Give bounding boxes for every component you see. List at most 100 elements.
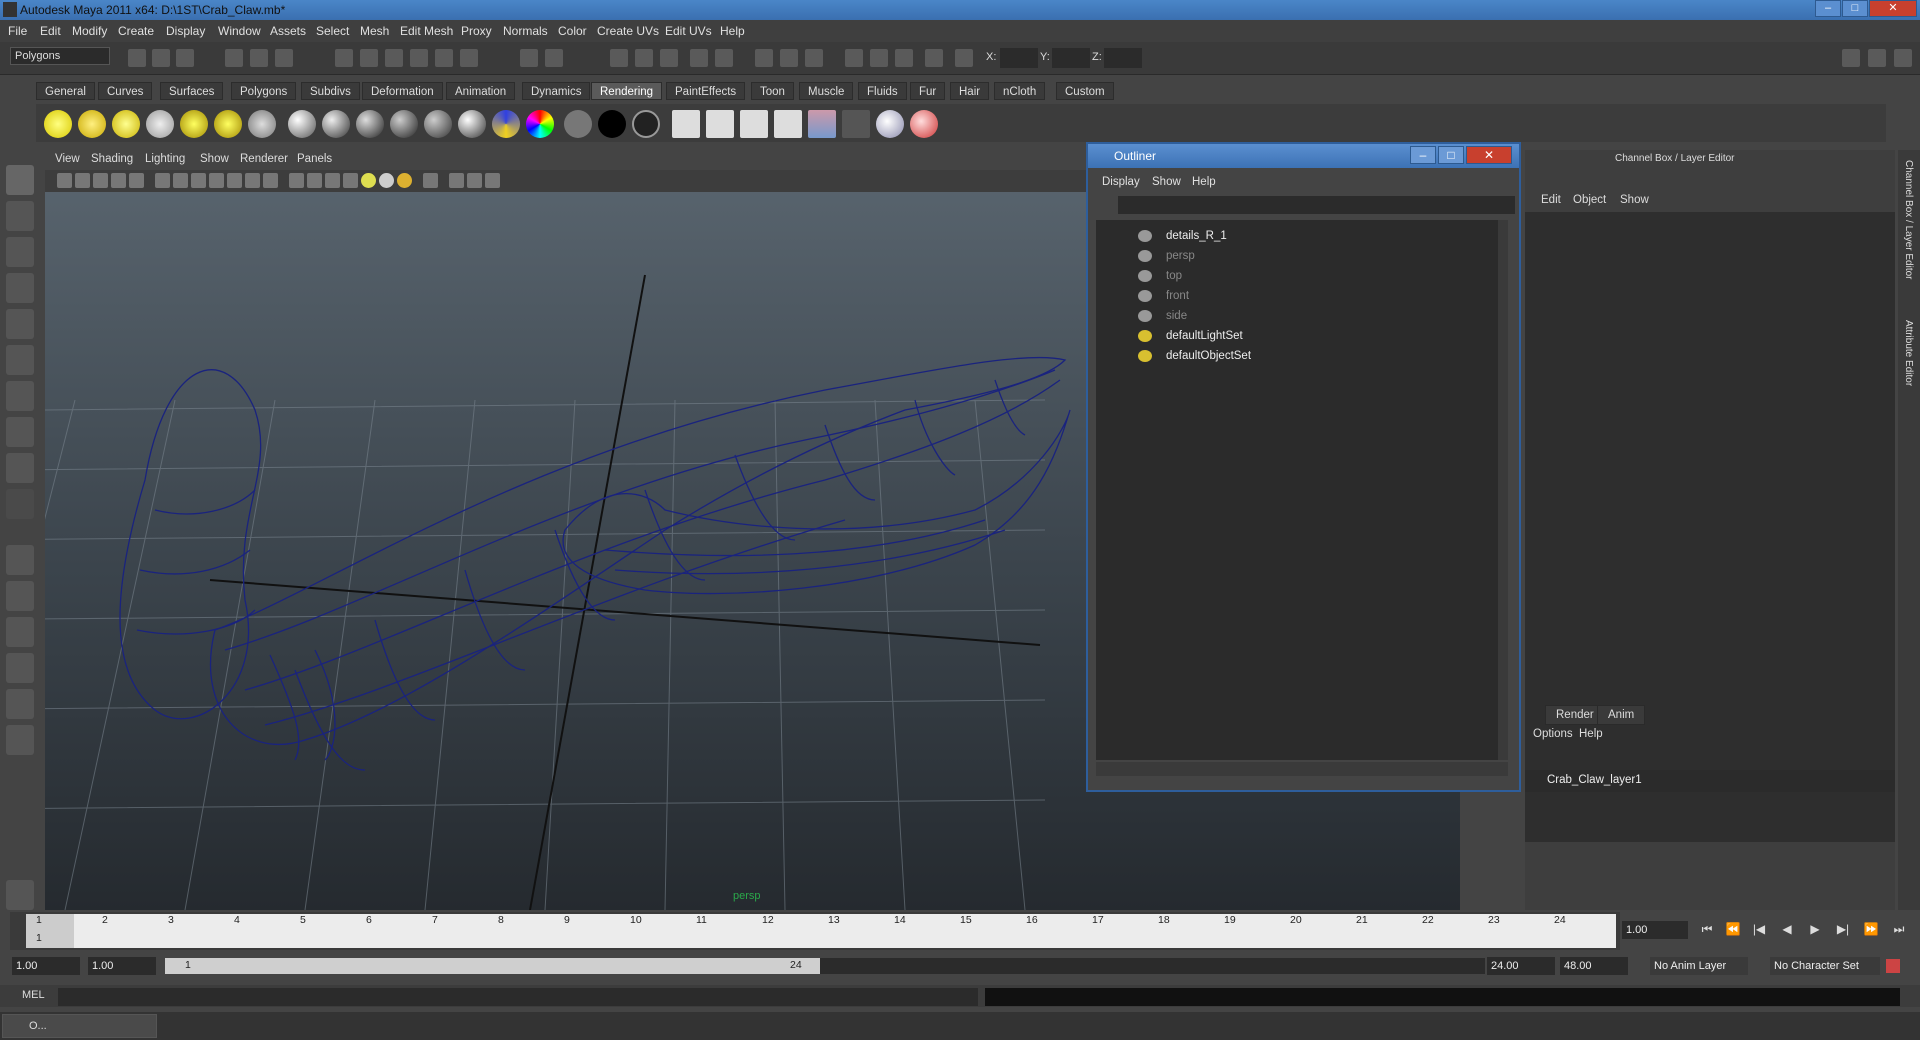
- blinn-icon[interactable]: [322, 110, 350, 138]
- anim-layer-dropdown[interactable]: No Anim Layer: [1650, 957, 1748, 975]
- tab-animation[interactable]: Animation: [446, 82, 516, 100]
- snap-curve-icon[interactable]: [360, 49, 378, 67]
- layered-shader-icon[interactable]: [458, 110, 486, 138]
- current-time-field[interactable]: 1.00: [1622, 921, 1688, 939]
- field-chart-icon[interactable]: [227, 173, 242, 188]
- two-d-pan-icon[interactable]: [129, 173, 144, 188]
- paint-vertex-icon[interactable]: [876, 110, 904, 138]
- vp-menu-show[interactable]: Show: [200, 153, 229, 165]
- safe-title-icon[interactable]: [263, 173, 278, 188]
- lasso-tool-icon[interactable]: [6, 201, 34, 231]
- menu-select[interactable]: Select: [316, 24, 349, 38]
- relative-transform-icon[interactable]: [895, 49, 913, 67]
- paint-brush-icon[interactable]: [910, 110, 938, 138]
- tab-muscle[interactable]: Muscle: [799, 82, 854, 100]
- spot-light-icon[interactable]: [146, 110, 174, 138]
- outliner-item[interactable]: side: [1138, 310, 1187, 322]
- tab-render-layers[interactable]: Render: [1545, 705, 1605, 725]
- shading-map-icon[interactable]: [526, 110, 554, 138]
- show-manipulator-icon[interactable]: [6, 453, 34, 483]
- show-hide-icon[interactable]: [690, 49, 708, 67]
- layout-icon[interactable]: [755, 49, 773, 67]
- outliner-vertical-scrollbar[interactable]: [1498, 220, 1508, 760]
- phong-icon[interactable]: [356, 110, 384, 138]
- menu-proxy[interactable]: Proxy: [461, 24, 492, 38]
- command-language-label[interactable]: MEL: [22, 989, 45, 1001]
- outliner-item[interactable]: details_R_1: [1138, 230, 1227, 242]
- tab-rendering[interactable]: Rendering: [591, 82, 663, 100]
- snap-view-plane-icon[interactable]: [410, 49, 428, 67]
- ramp-shader-icon[interactable]: [492, 110, 520, 138]
- z-input[interactable]: [1104, 48, 1142, 68]
- end-time-field[interactable]: 48.00: [1560, 957, 1628, 975]
- snap-grid-icon[interactable]: [335, 49, 353, 67]
- phongE-icon[interactable]: [390, 110, 418, 138]
- xray-components-icon[interactable]: [485, 173, 500, 188]
- start-time-field[interactable]: 1.00: [12, 957, 80, 975]
- range-slider[interactable]: 1 24: [165, 958, 820, 974]
- gate-mask-icon[interactable]: [209, 173, 224, 188]
- image-plane-icon[interactable]: [111, 173, 126, 188]
- camera-shelf-icon[interactable]: [248, 110, 276, 138]
- outliner-close-button[interactable]: ✕: [1466, 146, 1512, 164]
- input-ops-icon[interactable]: [520, 49, 538, 67]
- scale-tool-icon[interactable]: [6, 345, 34, 375]
- xray-icon[interactable]: [449, 173, 464, 188]
- resolution-gate-icon[interactable]: [191, 173, 206, 188]
- cb-menu-show[interactable]: Show: [1620, 194, 1649, 206]
- render-icon[interactable]: [610, 49, 628, 67]
- tab-fluids[interactable]: Fluids: [858, 82, 907, 100]
- outliner-horizontal-scrollbar[interactable]: [1096, 762, 1508, 776]
- single-pane-layout-icon[interactable]: [6, 545, 34, 575]
- outliner-item[interactable]: persp: [1138, 250, 1195, 262]
- render-current-icon[interactable]: [706, 110, 734, 138]
- playback-end-field[interactable]: 24.00: [1487, 957, 1555, 975]
- menu-file[interactable]: File: [8, 24, 27, 38]
- wireframe-on-shaded-icon[interactable]: [325, 173, 340, 188]
- outliner-item[interactable]: defaultObjectSet: [1138, 350, 1251, 362]
- play-forwards-icon[interactable]: ▶: [1806, 922, 1824, 938]
- outliner-filter-field[interactable]: [1118, 196, 1515, 214]
- menu-mesh[interactable]: Mesh: [360, 24, 389, 38]
- maximize-button[interactable]: □: [1842, 0, 1868, 17]
- isolate-select-icon[interactable]: [423, 173, 438, 188]
- mode-selector[interactable]: Polygons: [10, 47, 110, 65]
- vp-menu-renderer[interactable]: Renderer: [240, 153, 288, 165]
- tab-deformation[interactable]: Deformation: [362, 82, 443, 100]
- menu-assets[interactable]: Assets: [270, 24, 306, 38]
- point-light-icon[interactable]: [112, 110, 140, 138]
- select-hierarchy-icon[interactable]: [225, 49, 243, 67]
- vp-menu-shading[interactable]: Shading: [91, 153, 133, 165]
- minimized-outliner-button[interactable]: O...: [2, 1014, 157, 1038]
- tab-ncloth[interactable]: nCloth: [994, 82, 1046, 100]
- select-tool-icon[interactable]: [6, 165, 34, 195]
- ocean-shader-icon[interactable]: [632, 110, 660, 138]
- sculpt-icon[interactable]: [715, 49, 733, 67]
- tab-fur[interactable]: Fur: [910, 82, 946, 100]
- outliner-item[interactable]: front: [1138, 290, 1189, 302]
- y-input[interactable]: [1052, 48, 1090, 68]
- go-to-start-icon[interactable]: ⏮: [1698, 922, 1716, 938]
- four-pane-layout-icon[interactable]: [6, 581, 34, 611]
- hypershade-icon[interactable]: [808, 110, 836, 138]
- persp-graph-hypergraph-layout-icon[interactable]: [6, 725, 34, 755]
- step-forward-key-icon[interactable]: ⏩: [1862, 922, 1880, 938]
- outliner-minimize-button[interactable]: –: [1410, 146, 1436, 164]
- outliner-item[interactable]: top: [1138, 270, 1182, 282]
- grid-toggle-icon[interactable]: [155, 173, 170, 188]
- menu-modify[interactable]: Modify: [72, 24, 107, 38]
- film-gate-icon[interactable]: [173, 173, 188, 188]
- surface-shader-icon[interactable]: [564, 110, 592, 138]
- xray-joints-icon[interactable]: [467, 173, 482, 188]
- menu-help[interactable]: Help: [720, 24, 745, 38]
- tab-painteffects[interactable]: PaintEffects: [666, 82, 746, 100]
- channel-box-icon[interactable]: [805, 49, 823, 67]
- select-camera-icon[interactable]: [57, 173, 72, 188]
- outliner-menu-help[interactable]: Help: [1192, 176, 1216, 188]
- play-backwards-icon[interactable]: ◀: [1778, 922, 1796, 938]
- rotate-tool-icon[interactable]: [6, 309, 34, 339]
- menu-edit[interactable]: Edit: [40, 24, 61, 38]
- textured-icon[interactable]: [343, 173, 358, 188]
- side-tab-attribute-editor[interactable]: Attribute Editor: [1903, 320, 1914, 386]
- menu-create[interactable]: Create: [118, 24, 154, 38]
